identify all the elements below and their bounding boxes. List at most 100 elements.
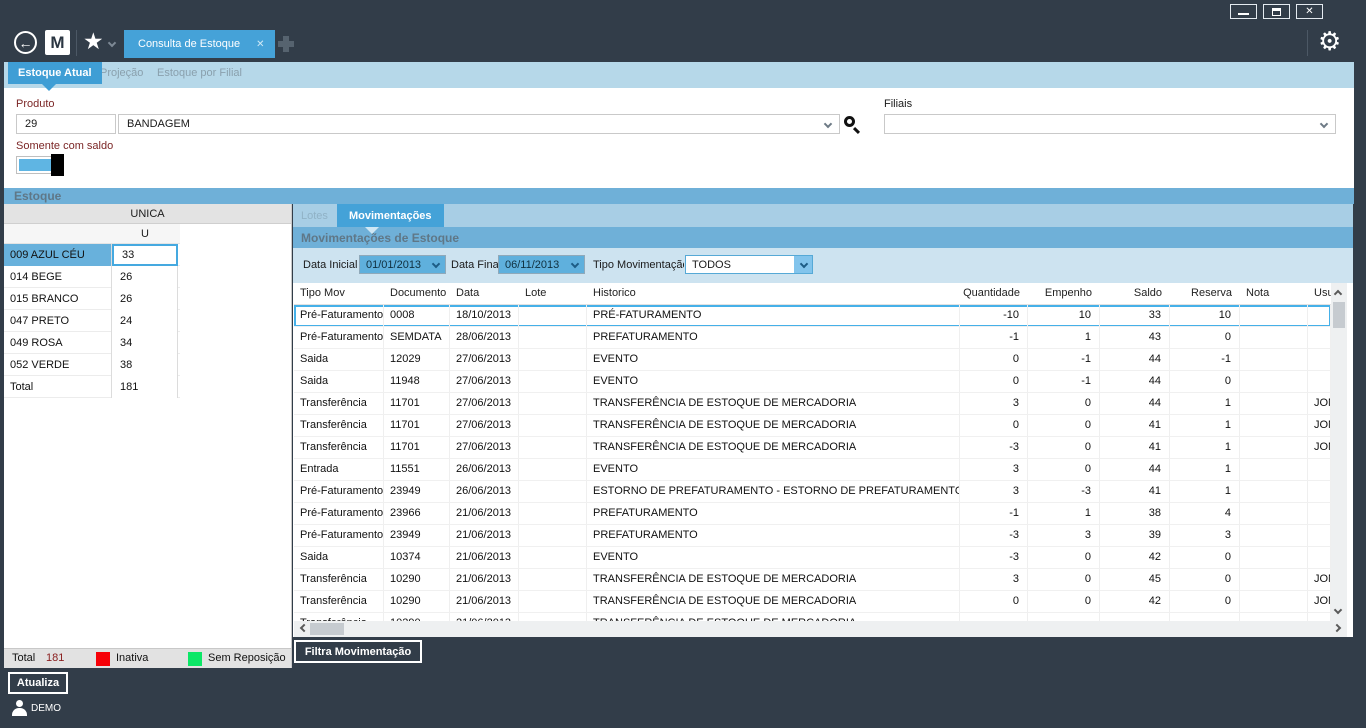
- movement-row[interactable]: Transferência1170127/06/2013TRANSFERÊNCI…: [294, 437, 1331, 459]
- data-inicial-combo[interactable]: 01/01/2013: [359, 255, 446, 274]
- tipo-movimentacao-combo[interactable]: TODOS: [685, 255, 813, 274]
- tab-close-icon[interactable]: ✕: [256, 39, 264, 50]
- horizontal-scrollbar-thumb[interactable]: [310, 623, 344, 635]
- col-lote[interactable]: Lote: [519, 283, 587, 304]
- chevron-down-icon[interactable]: [1335, 607, 1343, 615]
- cell-tipo: Pré-Faturamento: [294, 305, 384, 327]
- maximize-button[interactable]: [1263, 4, 1290, 19]
- horizontal-scrollbar[interactable]: [294, 621, 1347, 637]
- cell-lote: [519, 349, 587, 371]
- filtra-movimentacao-button[interactable]: Filtra Movimentação: [294, 640, 422, 663]
- settings-gear-icon[interactable]: ⚙: [1318, 28, 1341, 54]
- chevron-left-icon[interactable]: [299, 625, 307, 633]
- estoque-row[interactable]: 049 ROSA34: [4, 332, 180, 354]
- cell-usu: [1308, 305, 1331, 327]
- movement-row[interactable]: Pré-Faturamento000818/10/2013PRÉ-FATURAM…: [294, 305, 1331, 327]
- chevron-down-icon[interactable]: [571, 260, 579, 268]
- estoque-panel: UNICA U 009 AZUL CÉU33014 BEGE26015 BRAN…: [4, 204, 292, 668]
- cell-lote: [519, 371, 587, 393]
- movimentacoes-banner: Movimentações de Estoque: [293, 227, 1353, 248]
- document-tab[interactable]: Consulta de Estoque ✕: [124, 30, 275, 58]
- close-button[interactable]: ✕: [1296, 4, 1323, 19]
- movement-row[interactable]: Saida1194827/06/2013EVENTO0-1440: [294, 371, 1331, 393]
- tab-estoque-atual[interactable]: Estoque Atual: [8, 62, 102, 84]
- search-icon[interactable]: [844, 116, 855, 127]
- cell-nota: [1240, 569, 1308, 591]
- movement-row[interactable]: Pré-Faturamento2396621/06/2013PREFATURAM…: [294, 503, 1331, 525]
- chevron-down-icon[interactable]: [432, 260, 440, 268]
- tab-estoque-por-filial[interactable]: Estoque por Filial: [157, 62, 242, 84]
- estoque-row[interactable]: 014 BEGE26: [4, 266, 180, 288]
- filiais-combo[interactable]: [884, 114, 1336, 134]
- estoque-row[interactable]: 047 PRETO24: [4, 310, 180, 332]
- cell-emp: 0: [1028, 591, 1100, 613]
- movement-row[interactable]: Transferência1170127/06/2013TRANSFERÊNCI…: [294, 415, 1331, 437]
- cell-tipo: Saida: [294, 547, 384, 569]
- minimize-button[interactable]: [1230, 4, 1257, 19]
- estoque-row-name: 052 VERDE: [4, 354, 112, 376]
- movement-row[interactable]: Saida1202927/06/2013EVENTO0-144-1: [294, 349, 1331, 371]
- tab-projecao[interactable]: Projeção: [100, 62, 143, 84]
- tab-movimentacoes[interactable]: Movimentações: [337, 204, 444, 227]
- movement-row[interactable]: Transferência1029021/06/2013TRANSFERÊNCI…: [294, 591, 1331, 613]
- vertical-scrollbar-thumb[interactable]: [1333, 302, 1345, 328]
- movement-row[interactable]: Transferência1029021/06/2013TRANSFERÊNCI…: [294, 613, 1331, 621]
- estoque-row[interactable]: 015 BRANCO26: [4, 288, 180, 310]
- app-logo-letter: M: [50, 33, 64, 53]
- col-data[interactable]: Data: [450, 283, 519, 304]
- atualiza-button[interactable]: Atualiza: [8, 672, 68, 694]
- movement-row[interactable]: Transferência1029021/06/2013TRANSFERÊNCI…: [294, 569, 1331, 591]
- cell-emp: 1: [1028, 327, 1100, 349]
- chevron-right-icon[interactable]: [1334, 625, 1342, 633]
- cell-qtd: 0: [960, 349, 1028, 371]
- col-reserva[interactable]: Reserva: [1170, 283, 1240, 304]
- favorites-dropdown-icon[interactable]: [108, 39, 116, 47]
- cell-data: 27/06/2013: [450, 415, 519, 437]
- movement-row[interactable]: Saida1037421/06/2013EVENTO-30420: [294, 547, 1331, 569]
- movement-row[interactable]: Entrada1155126/06/2013EVENTO30441: [294, 459, 1331, 481]
- cell-qtd: 0: [960, 591, 1028, 613]
- estoque-row[interactable]: Total181: [4, 376, 180, 398]
- estoque-row-name: 009 AZUL CÉU: [4, 244, 112, 266]
- cell-lote: [519, 591, 587, 613]
- movement-row[interactable]: Pré-Faturamento2394926/06/2013ESTORNO DE…: [294, 481, 1331, 503]
- toggle-handle[interactable]: [51, 154, 64, 176]
- movement-row[interactable]: Pré-FaturamentoSEMDATA28/06/2013PREFATUR…: [294, 327, 1331, 349]
- produto-code-input[interactable]: [16, 114, 116, 134]
- col-quantidade[interactable]: Quantidade: [960, 283, 1028, 304]
- cell-hist: ESTORNO DE PREFATURAMENTO - ESTORNO DE P…: [587, 481, 960, 503]
- cell-data: 21/06/2013: [450, 525, 519, 547]
- col-usuario[interactable]: Usu: [1308, 283, 1331, 304]
- movement-row[interactable]: Transferência1170127/06/2013TRANSFERÊNCI…: [294, 393, 1331, 415]
- app-logo[interactable]: M: [45, 30, 70, 55]
- estoque-row[interactable]: 052 VERDE38: [4, 354, 180, 376]
- cell-nota: [1240, 613, 1308, 621]
- col-saldo[interactable]: Saldo: [1100, 283, 1170, 304]
- sem-reposicao-color-swatch: [188, 652, 202, 666]
- chevron-up-icon[interactable]: [1335, 288, 1343, 296]
- favorites-star-icon[interactable]: ★: [83, 30, 104, 53]
- col-tipo-mov[interactable]: Tipo Mov: [294, 283, 384, 304]
- new-tab-icon[interactable]: [278, 36, 294, 52]
- col-empenho[interactable]: Empenho: [1028, 283, 1100, 304]
- cell-data: 18/10/2013: [450, 305, 519, 327]
- col-documento[interactable]: Documento: [384, 283, 450, 304]
- estoque-row-value: 26: [112, 266, 178, 288]
- cell-saldo: 41: [1100, 481, 1170, 503]
- tab-lotes[interactable]: Lotes: [301, 204, 328, 227]
- data-final-combo[interactable]: 06/11/2013: [498, 255, 585, 274]
- movement-row[interactable]: Pré-Faturamento2394921/06/2013PREFATURAM…: [294, 525, 1331, 547]
- back-button[interactable]: ←: [14, 31, 37, 54]
- cell-tipo: Transferência: [294, 415, 384, 437]
- vertical-scrollbar[interactable]: [1331, 283, 1347, 621]
- col-historico[interactable]: Historico: [587, 283, 960, 304]
- cell-hist: PREFATURAMENTO: [587, 525, 960, 547]
- estoque-row[interactable]: 009 AZUL CÉU33: [4, 244, 180, 266]
- cell-data: 27/06/2013: [450, 371, 519, 393]
- somente-com-saldo-toggle[interactable]: [16, 156, 62, 174]
- somente-com-saldo-label: Somente com saldo: [16, 140, 113, 152]
- produto-name-combo[interactable]: BANDAGEM: [118, 114, 840, 134]
- col-nota[interactable]: Nota: [1240, 283, 1308, 304]
- chevron-down-icon[interactable]: [824, 120, 832, 128]
- chevron-down-icon[interactable]: [1320, 120, 1328, 128]
